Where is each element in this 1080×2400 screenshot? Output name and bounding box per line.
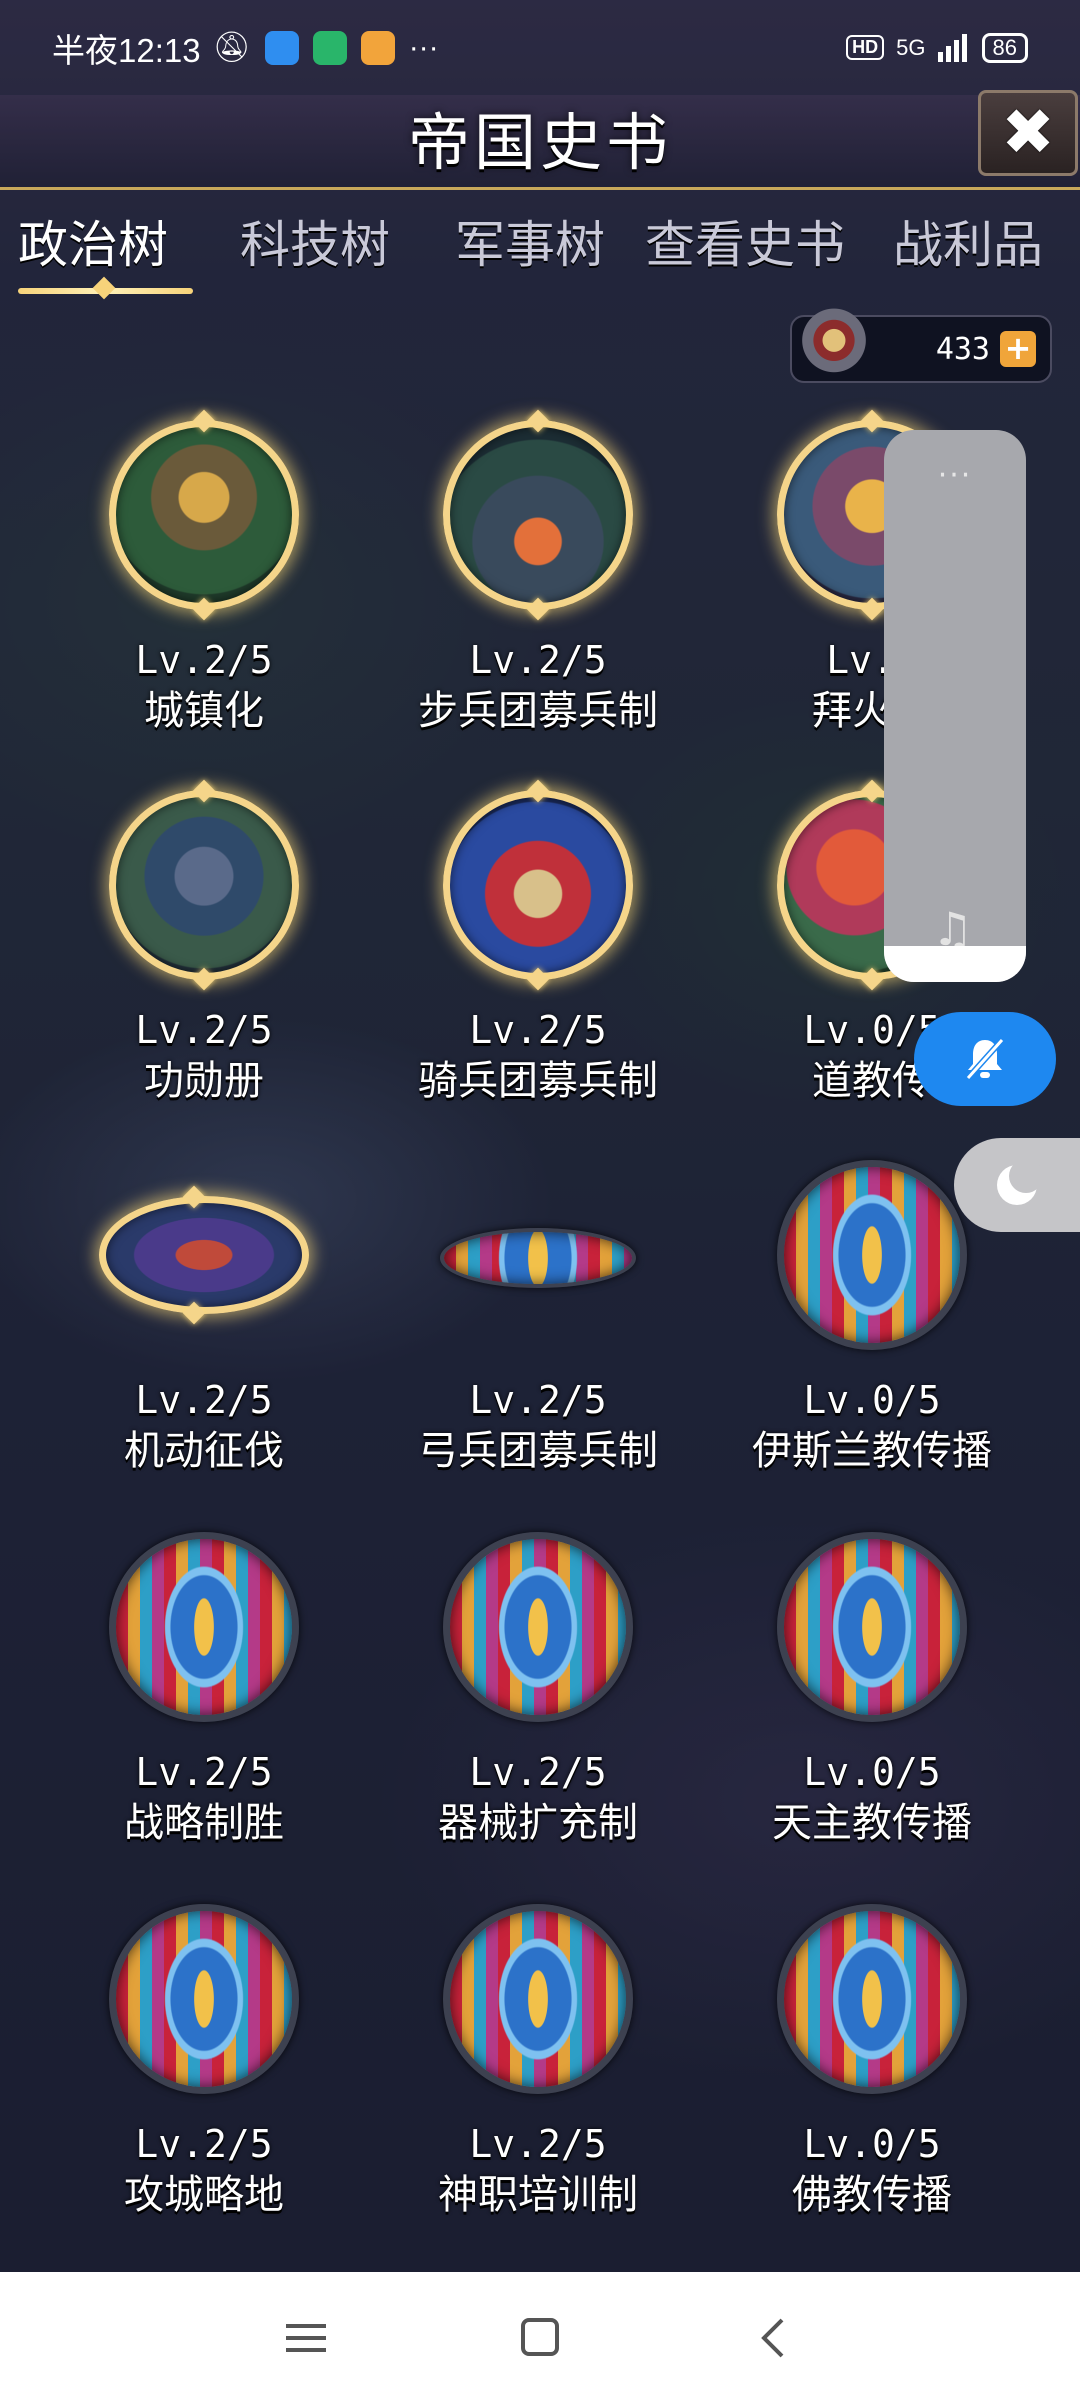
floating-tool-panel[interactable]: ··· ♫ [884, 430, 1026, 982]
home-icon[interactable] [510, 2314, 570, 2362]
node-level: Lv.0/5 [803, 1750, 941, 1794]
tab-label: 军事树 [455, 216, 605, 274]
node-level: Lv.2/5 [469, 1008, 607, 1052]
stained-glass-sword-icon [109, 1904, 299, 2094]
statue-icon [109, 790, 299, 980]
node-name: 骑兵团募兵制 [418, 1058, 658, 1104]
node-level: Lv.2/5 [135, 638, 273, 682]
message-notification-icon [360, 30, 395, 65]
close-icon: ✖ [1001, 96, 1055, 170]
status-right: HD 5G 86 [846, 32, 1028, 63]
system-navigation-bar [0, 2272, 1080, 2400]
tab-label: 科技树 [240, 216, 390, 274]
status-bar: 半夜12:13 🔕︎ ··· HD 5G 86 [0, 0, 1080, 95]
status-time: 半夜12:13 [52, 31, 201, 69]
moon-icon [997, 1160, 1042, 1205]
node-name: 战略制胜 [124, 1800, 284, 1846]
tech-node-archer-recruitment[interactable]: Lv.2/5 弓兵团募兵制 [378, 1160, 698, 1474]
battery-icon: 86 [981, 32, 1028, 63]
tech-node-merit-book[interactable]: Lv.2/5 功勋册 [44, 790, 364, 1104]
tab-label: 战利品 [893, 216, 1043, 274]
node-name: 器械扩充制 [438, 1800, 638, 1846]
node-name: 伊斯兰教传播 [752, 1428, 992, 1474]
node-level: Lv.2/5 [135, 1008, 273, 1052]
stained-glass-sword-icon [777, 1532, 967, 1722]
title-bar: 帝国史书 [0, 95, 1080, 190]
node-name: 功勋册 [144, 1058, 264, 1104]
tech-node-clergy-training[interactable]: Lv.2/5 神职培训制 [378, 1904, 698, 2218]
node-name: 机动征伐 [124, 1428, 284, 1474]
node-level: Lv.2/5 [135, 1750, 273, 1794]
tab-politics[interactable]: 政治树 [18, 200, 208, 300]
node-level: Lv.2/5 [469, 2122, 607, 2166]
night-mode-button[interactable] [954, 1138, 1080, 1232]
node-name: 城镇化 [144, 688, 264, 734]
tech-node-strategic-victory[interactable]: Lv.2/5 战略制胜 [44, 1532, 364, 1846]
panel-bottom-strip [884, 946, 1026, 982]
tech-node-equipment-expansion[interactable]: Lv.2/5 器械扩充制 [378, 1532, 698, 1846]
stained-glass-sword-icon [777, 1904, 967, 2094]
app-notification-icon [264, 30, 299, 65]
node-level: Lv.2/5 [135, 2122, 273, 2166]
tab-trophies[interactable]: 战利品 [893, 200, 1080, 300]
stained-glass-sword-icon [777, 1160, 967, 1350]
cavalry-icon [443, 790, 633, 980]
mute-status-icon: 🔕︎ [212, 31, 251, 64]
stained-glass-sword-icon [443, 1904, 633, 2094]
node-level: Lv.2/5 [469, 1378, 607, 1422]
node-name: 天主教传播 [772, 1800, 972, 1846]
shield-notification-icon [312, 30, 347, 65]
back-icon[interactable] [744, 2314, 804, 2362]
tech-node-infantry-recruitment[interactable]: Lv.2/5 步兵团募兵制 [378, 420, 698, 734]
hd-badge: HD [846, 35, 885, 60]
stained-glass-sword-icon [109, 1532, 299, 1722]
node-name: 神职培训制 [438, 2172, 638, 2218]
tab-bar: 政治树 科技树 军事树 查看史书 战利品 [0, 200, 1080, 300]
archer-icon [440, 1228, 636, 1288]
node-level: Lv.0/5 [803, 2122, 941, 2166]
node-name: 弓兵团募兵制 [418, 1428, 658, 1474]
menu-icon[interactable] [276, 2314, 336, 2362]
node-level: Lv.2/5 [135, 1378, 273, 1422]
node-name: 步兵团募兵制 [418, 688, 658, 734]
bell-off-icon [965, 1037, 1005, 1081]
mute-toggle-button[interactable] [914, 1012, 1056, 1106]
stained-glass-sword-icon [443, 1532, 633, 1722]
tech-node-mobile-campaign[interactable]: Lv.2/5 机动征伐 [44, 1160, 364, 1474]
tab-military[interactable]: 军事树 [455, 200, 625, 300]
page-title: 帝国史书 [407, 106, 672, 179]
battle-icon [99, 1196, 309, 1314]
urbanization-icon [109, 420, 299, 610]
node-level: Lv.2/5 [469, 638, 607, 682]
currency-display: 433 + [790, 308, 1052, 383]
tech-node-siege-conquest[interactable]: Lv.2/5 攻城略地 [44, 1904, 364, 2218]
close-button[interactable]: ✖ [978, 90, 1078, 176]
tech-node-urbanization[interactable]: Lv.2/5 城镇化 [44, 420, 364, 734]
node-level: Lv.2/5 [469, 1750, 607, 1794]
tech-node-catholicism-spread[interactable]: Lv.0/5 天主教传播 [712, 1532, 1032, 1846]
node-level: Lv.0/5 [803, 1378, 941, 1422]
tab-technology[interactable]: 科技树 [240, 200, 410, 300]
tech-node-buddhism-spread[interactable]: Lv.0/5 佛教传播 [712, 1904, 1032, 2218]
node-name: 攻城略地 [124, 2172, 284, 2218]
node-name: 佛教传播 [792, 2172, 952, 2218]
tab-label: 查看史书 [645, 216, 845, 274]
infantry-icon [443, 420, 633, 610]
crest-icon [802, 308, 866, 380]
tab-label: 政治树 [18, 216, 168, 274]
currency-amount: 433 [935, 331, 990, 367]
more-notifications-icon: ··· [408, 30, 439, 64]
signal-icon [937, 33, 970, 62]
battery-level: 86 [992, 34, 1017, 60]
active-tab-indicator [18, 288, 193, 294]
panel-more-icon[interactable]: ··· [884, 458, 1026, 493]
network-type: 5G [896, 34, 926, 60]
add-currency-button[interactable]: + [1000, 331, 1036, 367]
tab-history-book[interactable]: 查看史书 [645, 200, 875, 300]
tech-node-cavalry-recruitment[interactable]: Lv.2/5 骑兵团募兵制 [378, 790, 698, 1104]
